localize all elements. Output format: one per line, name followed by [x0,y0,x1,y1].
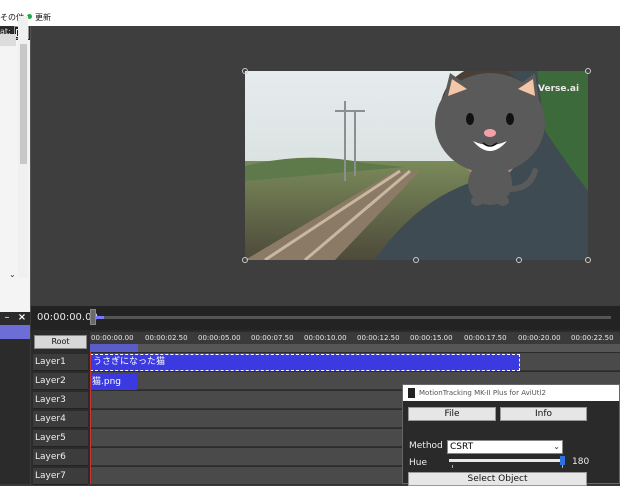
method-select-value: CSRT [450,442,474,452]
timeline-ruler-band [90,344,620,352]
hue-slider-fill [449,459,561,462]
video-watermark: Verse.ai [538,84,580,94]
close-icon[interactable]: × [15,312,29,324]
ruler-tick-label: 00:00:12.50 [357,334,400,342]
transform-handle-top-right[interactable] [585,68,591,74]
ruler-tick-label: 00:00:05.00 [198,334,241,342]
ruler-tick-label: 00:00:17.50 [464,334,507,342]
ruler-tick-label: 00:00:22.50 [571,334,614,342]
video-frame[interactable] [245,71,588,260]
layer-label-3[interactable]: Layer3 [33,392,88,409]
ruler-tick-label: 00:00:07.50 [251,334,294,342]
method-label: Method [409,441,443,451]
transform-handle-bottom-right-mid[interactable] [516,257,522,263]
root-button[interactable]: Root [34,335,87,349]
seek-slider-fill [96,316,104,319]
hue-slider-tick [562,465,563,468]
menu-bar: その他 更新 [0,0,620,26]
chevron-down-icon: ⌄ [553,442,560,451]
scroll-down-arrow-icon[interactable]: ⌄ [9,270,16,279]
transform-handle-top-left[interactable] [242,68,248,74]
ruler-tick-label: 00:00:10.00 [304,334,347,342]
video-frame-image [245,71,588,260]
seek-slider-handle[interactable] [90,309,96,325]
menu-item-update[interactable]: 更新 [35,12,51,23]
transform-handle-bottom-right[interactable] [585,257,591,263]
timeline-selection-range [90,344,138,352]
layer-label-1[interactable]: Layer1 [33,354,88,371]
hue-slider-tick [452,465,453,468]
ruler-tick-label: 00:00:00.00 [91,334,134,342]
layer-label-5[interactable]: Layer5 [33,430,88,447]
method-select[interactable]: CSRT ⌄ [447,440,563,454]
app-icon [408,388,415,398]
seek-slider-track[interactable] [96,316,611,319]
ruler-tick-label: 00:00:15.00 [410,334,453,342]
dialog-title: MotionTracking MK-II Plus for AviUtl2 [419,389,546,397]
timeline-playhead[interactable] [90,352,91,484]
info-button[interactable]: Info [500,407,587,421]
left-panel-scrollbar-thumb[interactable] [20,44,27,164]
layer-label-7[interactable]: Layer7 [33,468,88,485]
minimize-icon[interactable]: – [0,312,14,324]
timeline-clip-usagi-cat[interactable]: うさぎになった猫 [90,354,520,371]
layer-label-6[interactable]: Layer6 [33,449,88,466]
left-panel-selected-item[interactable] [0,325,30,339]
ruler-tick-label: 00:00:20.00 [518,334,561,342]
ruler-tick-label: 00:00:02.50 [145,334,188,342]
layer-label-2[interactable]: Layer2 [33,373,88,390]
file-button[interactable]: File [408,407,496,421]
dialog-title-bar[interactable]: MotionTracking MK-II Plus for AviUtl2 [403,385,619,401]
current-timecode: 00:00:00.00 [37,312,98,323]
hue-slider-thumb[interactable] [560,456,565,465]
left-panel-selected-row[interactable] [0,34,16,46]
transform-handle-bottom-left[interactable] [242,257,248,263]
transform-handle-bottom-center[interactable] [413,257,419,263]
layer-label-4[interactable]: Layer4 [33,411,88,428]
timeline-clip-cat-png[interactable]: 猫.png [90,374,137,390]
hue-value: 180 [572,457,590,467]
hue-label: Hue [409,458,428,468]
